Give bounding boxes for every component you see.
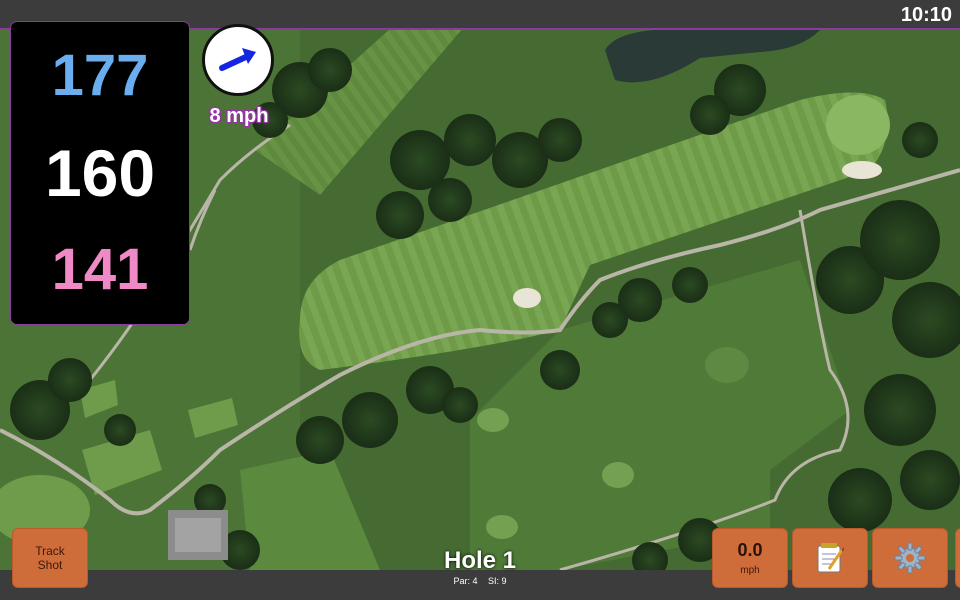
hole-info: Par: 4 SI: 9 (400, 576, 560, 586)
clock: 10:10 (900, 4, 952, 26)
back-yardage: 177 (51, 43, 149, 109)
notes-button[interactable] (792, 528, 868, 588)
par-label: Par: 4 (453, 576, 478, 586)
speed-value: 0.0 (737, 540, 763, 560)
arrow-right-up-icon (219, 48, 256, 71)
wind-indicator[interactable] (202, 24, 274, 96)
speed-unit: mph (740, 565, 760, 576)
hole-title: Hole 1 (443, 547, 517, 574)
stroke-index-label: SI: 9 (488, 576, 507, 586)
track-shot-button[interactable]: Track Shot (12, 528, 88, 588)
track-shot-label-line1: Track (35, 544, 65, 558)
speed-button[interactable]: 0.0 mph (712, 528, 788, 588)
edge-button[interactable] (955, 528, 960, 588)
notepad-icon (817, 543, 844, 573)
wind-speed-label: 8 mph (209, 105, 269, 127)
gear-icon (894, 542, 926, 574)
front-yardage: 141 (51, 236, 149, 302)
middle-yardage: 160 (44, 135, 156, 210)
track-shot-label-line2: Shot (37, 558, 63, 572)
settings-button[interactable] (872, 528, 948, 588)
yardage-panel: 177 160 141 (11, 22, 189, 324)
